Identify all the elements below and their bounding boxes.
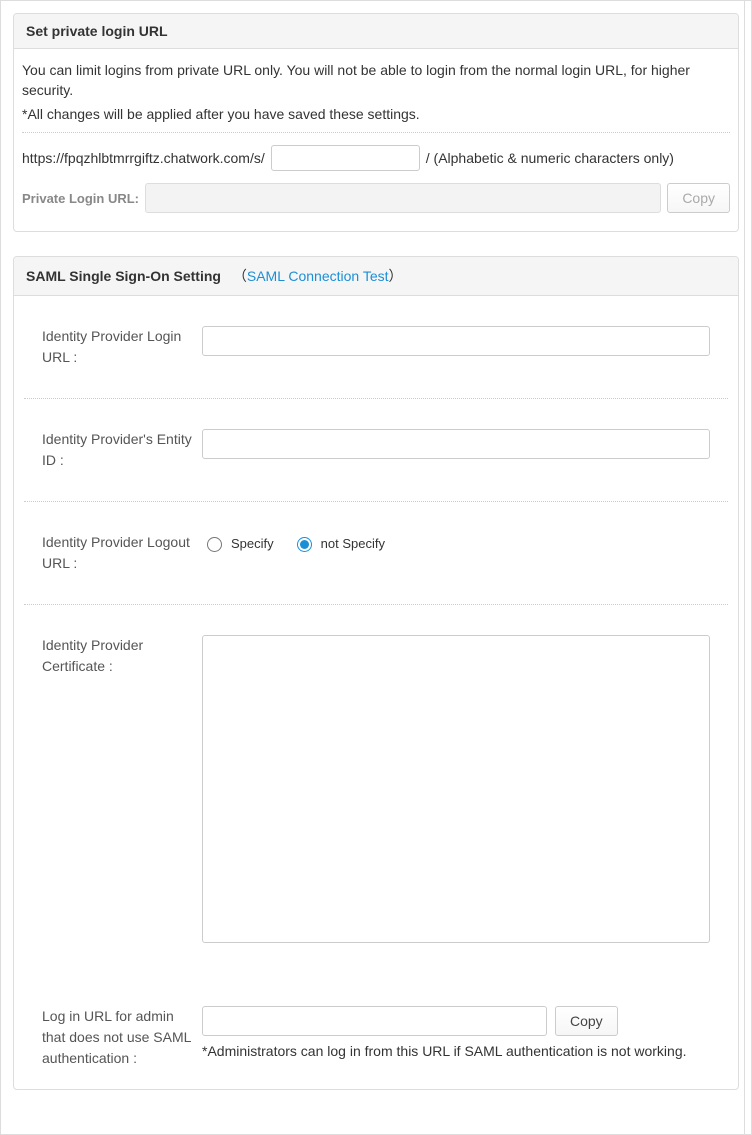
private-login-panel: Set private login URL You can limit logi… [13, 13, 739, 232]
specify-radio-label[interactable]: Specify [202, 534, 274, 552]
entity-id-row: Identity Provider's Entity ID : [24, 429, 728, 502]
logout-url-label: Identity Provider Logout URL : [42, 532, 202, 574]
divider [22, 132, 730, 133]
not-specify-radio[interactable] [297, 537, 312, 552]
copy-private-url-button[interactable]: Copy [667, 183, 730, 213]
logout-url-row: Identity Provider Logout URL : Specify n… [24, 532, 728, 605]
private-login-display-row: Private Login URL: Copy [22, 183, 730, 213]
admin-login-note: *Administrators can log in from this URL… [202, 1042, 710, 1062]
specify-radio[interactable] [207, 537, 222, 552]
saml-link-wrapper: （SAML Connection Test） [233, 268, 403, 284]
not-specify-radio-label[interactable]: not Specify [292, 534, 385, 552]
saml-sso-title: SAML Single Sign-On Setting [26, 268, 221, 284]
specify-text: Specify [231, 536, 274, 551]
entity-id-label: Identity Provider's Entity ID : [42, 429, 202, 471]
private-login-header: Set private login URL [14, 14, 738, 49]
certificate-label: Identity Provider Certificate : [42, 635, 202, 677]
admin-login-label: Log in URL for admin that does not use S… [42, 1006, 202, 1069]
admin-login-url-input[interactable] [202, 1006, 547, 1036]
logout-url-radio-group: Specify not Specify [202, 532, 710, 552]
saml-sso-header: SAML Single Sign-On Setting （SAML Connec… [14, 257, 738, 296]
private-login-description: You can limit logins from private URL on… [22, 61, 730, 100]
idp-certificate-textarea[interactable] [202, 635, 710, 943]
url-suffix-text: / (Alphabetic & numeric characters only) [426, 150, 674, 166]
private-login-url-display [145, 183, 661, 213]
idp-login-url-input[interactable] [202, 326, 710, 356]
saml-connection-test-link[interactable]: SAML Connection Test [247, 268, 389, 284]
private-login-note: *All changes will be applied after you h… [22, 106, 730, 122]
certificate-row: Identity Provider Certificate : [24, 635, 728, 986]
private-login-url-label: Private Login URL: [22, 191, 139, 206]
private-url-slug-input[interactable] [271, 145, 420, 171]
saml-sso-panel: SAML Single Sign-On Setting （SAML Connec… [13, 256, 739, 1090]
private-url-row: https://fpqzhlbtmrrgiftz.chatwork.com/s/… [22, 145, 730, 171]
copy-admin-url-button[interactable]: Copy [555, 1006, 618, 1036]
admin-login-row: Log in URL for admin that does not use S… [24, 1006, 728, 1079]
idp-entity-id-input[interactable] [202, 429, 710, 459]
url-prefix-text: https://fpqzhlbtmrrgiftz.chatwork.com/s/ [22, 150, 265, 166]
idp-login-label: Identity Provider Login URL : [42, 326, 202, 368]
not-specify-text: not Specify [321, 536, 385, 551]
idp-login-row: Identity Provider Login URL : [24, 326, 728, 399]
